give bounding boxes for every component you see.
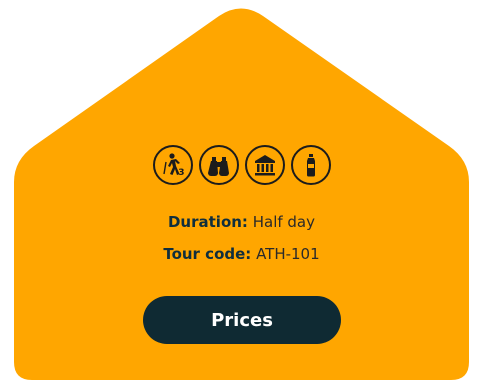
duration-row: Duration: Half day bbox=[0, 213, 483, 231]
duration-label: Duration: bbox=[167, 213, 248, 231]
tour-code-row: Tour code: ATH-101 bbox=[0, 245, 483, 263]
walking-difficulty-badge: 3 bbox=[178, 168, 185, 178]
tour-code-value: ATH-101 bbox=[256, 245, 320, 263]
tour-code-label: Tour code: bbox=[163, 245, 252, 263]
card-content: 3 Duration: Half day Tour code: ATH-101 … bbox=[0, 0, 483, 380]
tour-card: 3 Duration: Half day Tour code: ATH-101 … bbox=[0, 0, 483, 380]
walking-person-icon: 3 bbox=[152, 145, 193, 185]
water-bottle-icon bbox=[290, 145, 331, 185]
duration-value: Half day bbox=[252, 213, 315, 231]
feature-icons: 3 bbox=[0, 145, 483, 185]
prices-button[interactable]: Prices bbox=[143, 296, 341, 344]
binoculars-icon bbox=[198, 145, 239, 185]
museum-icon bbox=[244, 145, 285, 185]
